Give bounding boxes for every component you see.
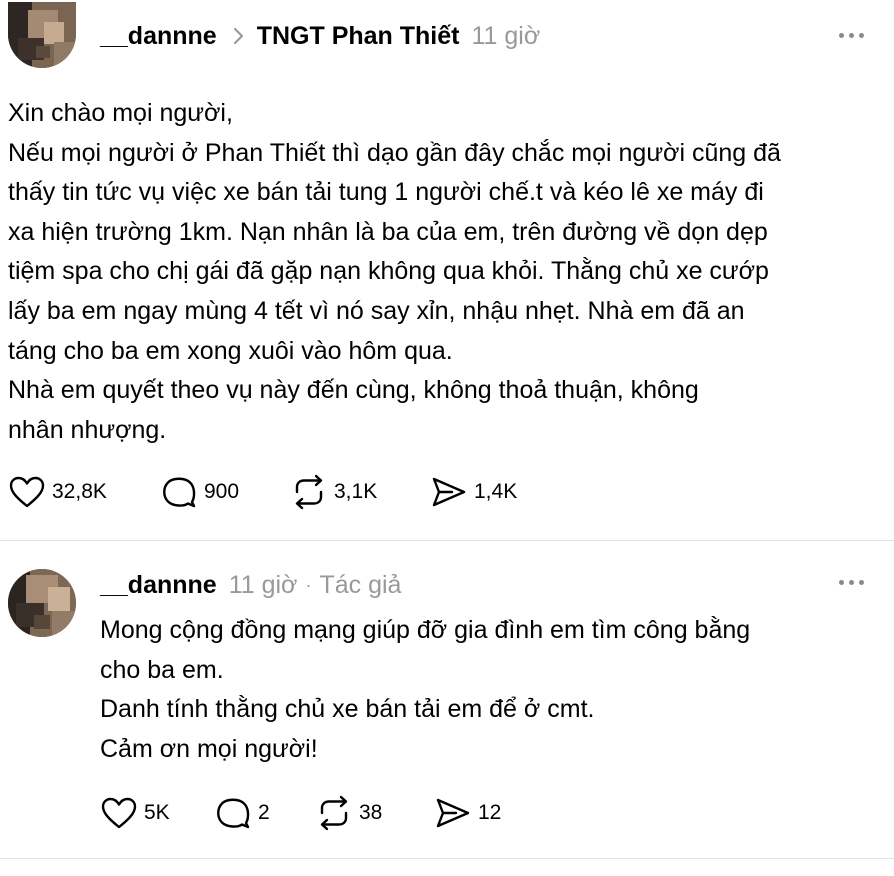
like-count: 32,8K: [52, 480, 107, 503]
divider: [0, 540, 894, 541]
post-line: lấy ba em ngay mùng 4 tết vì nó say xỉn,…: [8, 296, 745, 325]
chevron-right-icon: [233, 27, 245, 45]
speech-bubble-icon: [217, 798, 250, 829]
username[interactable]: __dannne: [100, 570, 217, 600]
reply-text: Mong cộng đồng mạng giúp đỡ gia đình em …: [100, 611, 750, 769]
divider: [0, 858, 894, 859]
send-icon: [436, 798, 470, 828]
reply-line: Cảm ơn mọi người!: [100, 734, 318, 763]
repost-icon: [295, 474, 323, 510]
post-text: Xin chào mọi người, Nếu mọi người ở Phan…: [8, 94, 781, 450]
heart-icon: [101, 797, 137, 829]
share-button[interactable]: 12: [434, 796, 501, 830]
avatar[interactable]: [8, 2, 76, 68]
post-line: táng cho ba em xong xuôi vào hôm qua.: [8, 336, 453, 365]
reply-actions: 5K 2 38 12: [100, 795, 501, 831]
post-line: nhân nhượng.: [8, 415, 167, 444]
reply-line: Mong cộng đồng mạng giúp đỡ gia đình em …: [100, 616, 751, 644]
repost-icon: [320, 795, 348, 831]
reply-count: 900: [204, 480, 240, 503]
repost-button[interactable]: 38: [315, 795, 434, 831]
share-count: 12: [478, 801, 502, 824]
post-line: Nếu mọi người ở Phan Thiết thì dạo gần đ…: [8, 138, 781, 167]
reply-line: cho ba em.: [100, 655, 224, 684]
send-icon: [432, 477, 466, 507]
post-time[interactable]: 11 giờ: [471, 21, 540, 51]
reply-count: 2: [258, 801, 270, 824]
post-header: __dannne TNGT Phan Thiết 11 giờ: [100, 21, 540, 51]
avatar-image: [8, 569, 76, 637]
share-count: 1,4K: [474, 480, 518, 503]
like-button[interactable]: 5K: [100, 796, 214, 830]
like-button[interactable]: 32,8K: [8, 475, 160, 509]
repost-button[interactable]: 3,1K: [290, 474, 430, 510]
repost-count: 3,1K: [334, 480, 378, 503]
more-dots-icon[interactable]: [839, 33, 864, 38]
post-line: thấy tin tức vụ việc xe bán tải tung 1 n…: [8, 178, 764, 207]
post-actions: 32,8K 900 3,1K 1,4K: [8, 474, 517, 510]
username[interactable]: __dannne: [100, 21, 217, 51]
avatar[interactable]: [8, 569, 76, 637]
post-line: Nhà em quyết theo vụ này đến cùng, không…: [8, 376, 699, 405]
reply-header: __dannne 11 giờ · Tác giả: [100, 570, 401, 600]
separator-dot: ·: [305, 575, 312, 595]
post-line: Xin chào mọi người,: [8, 99, 233, 127]
reply-button[interactable]: 2: [214, 796, 315, 830]
group-name[interactable]: TNGT Phan Thiết: [257, 21, 460, 51]
heart-icon: [9, 476, 45, 508]
post-line: tiệm spa cho chị gái đã gặp nạn không qu…: [8, 257, 769, 286]
like-count: 5K: [144, 801, 170, 824]
more-dots-icon[interactable]: [839, 580, 864, 585]
avatar-image: [8, 2, 76, 68]
share-button[interactable]: 1,4K: [430, 475, 517, 509]
author-badge: Tác giả: [319, 571, 402, 599]
repost-count: 38: [359, 801, 383, 824]
reply-line: Danh tính thằng chủ xe bán tải em để ở c…: [100, 695, 595, 724]
post-line: xa hiện trường 1km. Nạn nhân là ba của e…: [8, 217, 768, 246]
reply-button[interactable]: 900: [160, 475, 290, 509]
speech-bubble-icon: [163, 477, 196, 508]
reply-time[interactable]: 11 giờ: [229, 570, 298, 600]
